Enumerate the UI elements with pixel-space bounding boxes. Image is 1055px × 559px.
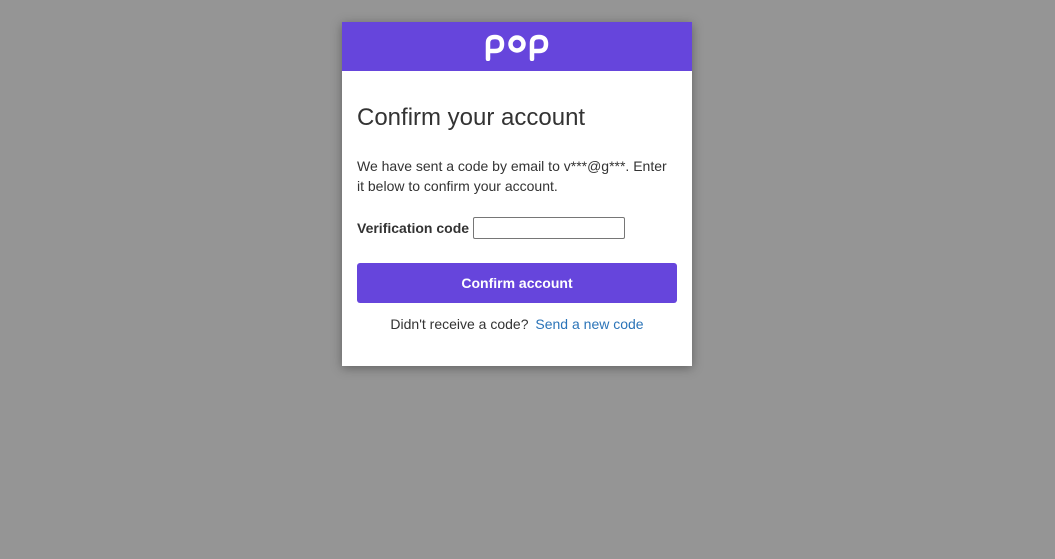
- resend-prompt-text: Didn't receive a code?: [390, 316, 529, 332]
- page-title: Confirm your account: [357, 104, 586, 131]
- send-new-code-link[interactable]: Send a new code: [535, 316, 643, 332]
- card-body: Confirm your account We have sent a code…: [342, 71, 692, 332]
- confirm-account-card: Confirm your account We have sent a code…: [342, 22, 692, 366]
- verification-code-row: Verification code: [357, 216, 677, 240]
- verification-code-input[interactable]: [473, 217, 626, 239]
- pop-logo: [485, 34, 549, 61]
- header-bar: [342, 22, 692, 71]
- confirm-account-button[interactable]: Confirm account: [357, 263, 677, 303]
- verification-code-label: Verification code: [357, 220, 470, 236]
- description-text: We have sent a code by email to v***@g**…: [357, 158, 667, 194]
- resend-code-row: Didn't receive a code? Send a new code: [357, 316, 677, 332]
